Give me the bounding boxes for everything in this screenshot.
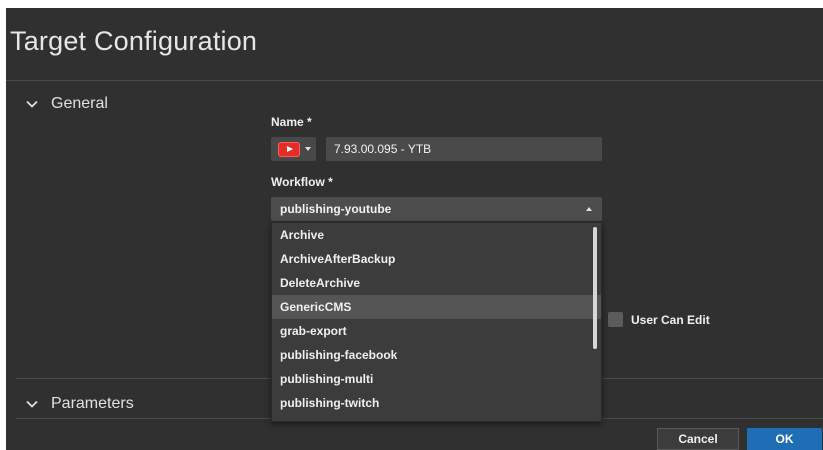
- workflow-option[interactable]: publishing-twitch: [272, 391, 601, 415]
- chevron-down-icon: [26, 100, 38, 108]
- user-can-edit-checkbox[interactable]: [608, 312, 623, 327]
- youtube-icon: [278, 141, 300, 157]
- section-parameters-header[interactable]: Parameters: [6, 392, 134, 416]
- workflow-selected-value: publishing-youtube: [280, 202, 392, 216]
- workflow-option[interactable]: ArchiveAfterBackup: [272, 247, 601, 271]
- workflow-field-label: Workflow *: [271, 175, 333, 189]
- target-configuration-dialog: Target Configuration General Name * 7.93…: [6, 8, 823, 450]
- icon-picker-dropdown[interactable]: [271, 137, 316, 161]
- caret-down-icon: [305, 147, 311, 151]
- workflow-option[interactable]: Archive: [272, 223, 601, 247]
- workflow-option[interactable]: publishing-facebook: [272, 343, 601, 367]
- workflow-dropdown-list[interactable]: Archive ArchiveAfterBackup DeleteArchive…: [271, 222, 602, 422]
- workflow-option[interactable]: publishing-multi: [272, 367, 601, 391]
- user-can-edit-label: User Can Edit: [631, 312, 710, 327]
- name-field-label: Name *: [271, 115, 312, 129]
- user-can-edit-row[interactable]: User Can Edit: [608, 312, 710, 327]
- workflow-option[interactable]: DeleteArchive: [272, 271, 601, 295]
- dropdown-scrollbar[interactable]: [593, 227, 597, 349]
- workflow-option[interactable]: publishing-twitter: [272, 415, 601, 421]
- title-divider: [6, 80, 823, 81]
- ok-button[interactable]: OK: [747, 428, 822, 450]
- section-general-header[interactable]: General: [6, 92, 108, 116]
- name-input[interactable]: 7.93.00.095 - YTB: [326, 137, 602, 161]
- chevron-down-icon: [26, 400, 38, 408]
- workflow-select[interactable]: publishing-youtube: [271, 197, 602, 221]
- section-parameters-label: Parameters: [51, 395, 134, 412]
- caret-up-icon: [586, 207, 592, 211]
- dialog-title: Target Configuration: [10, 26, 258, 56]
- workflow-option[interactable]: grab-export: [272, 319, 601, 343]
- cancel-button[interactable]: Cancel: [657, 428, 739, 450]
- workflow-option-hovered[interactable]: GenericCMS: [272, 295, 601, 319]
- section-general-label: General: [51, 95, 108, 112]
